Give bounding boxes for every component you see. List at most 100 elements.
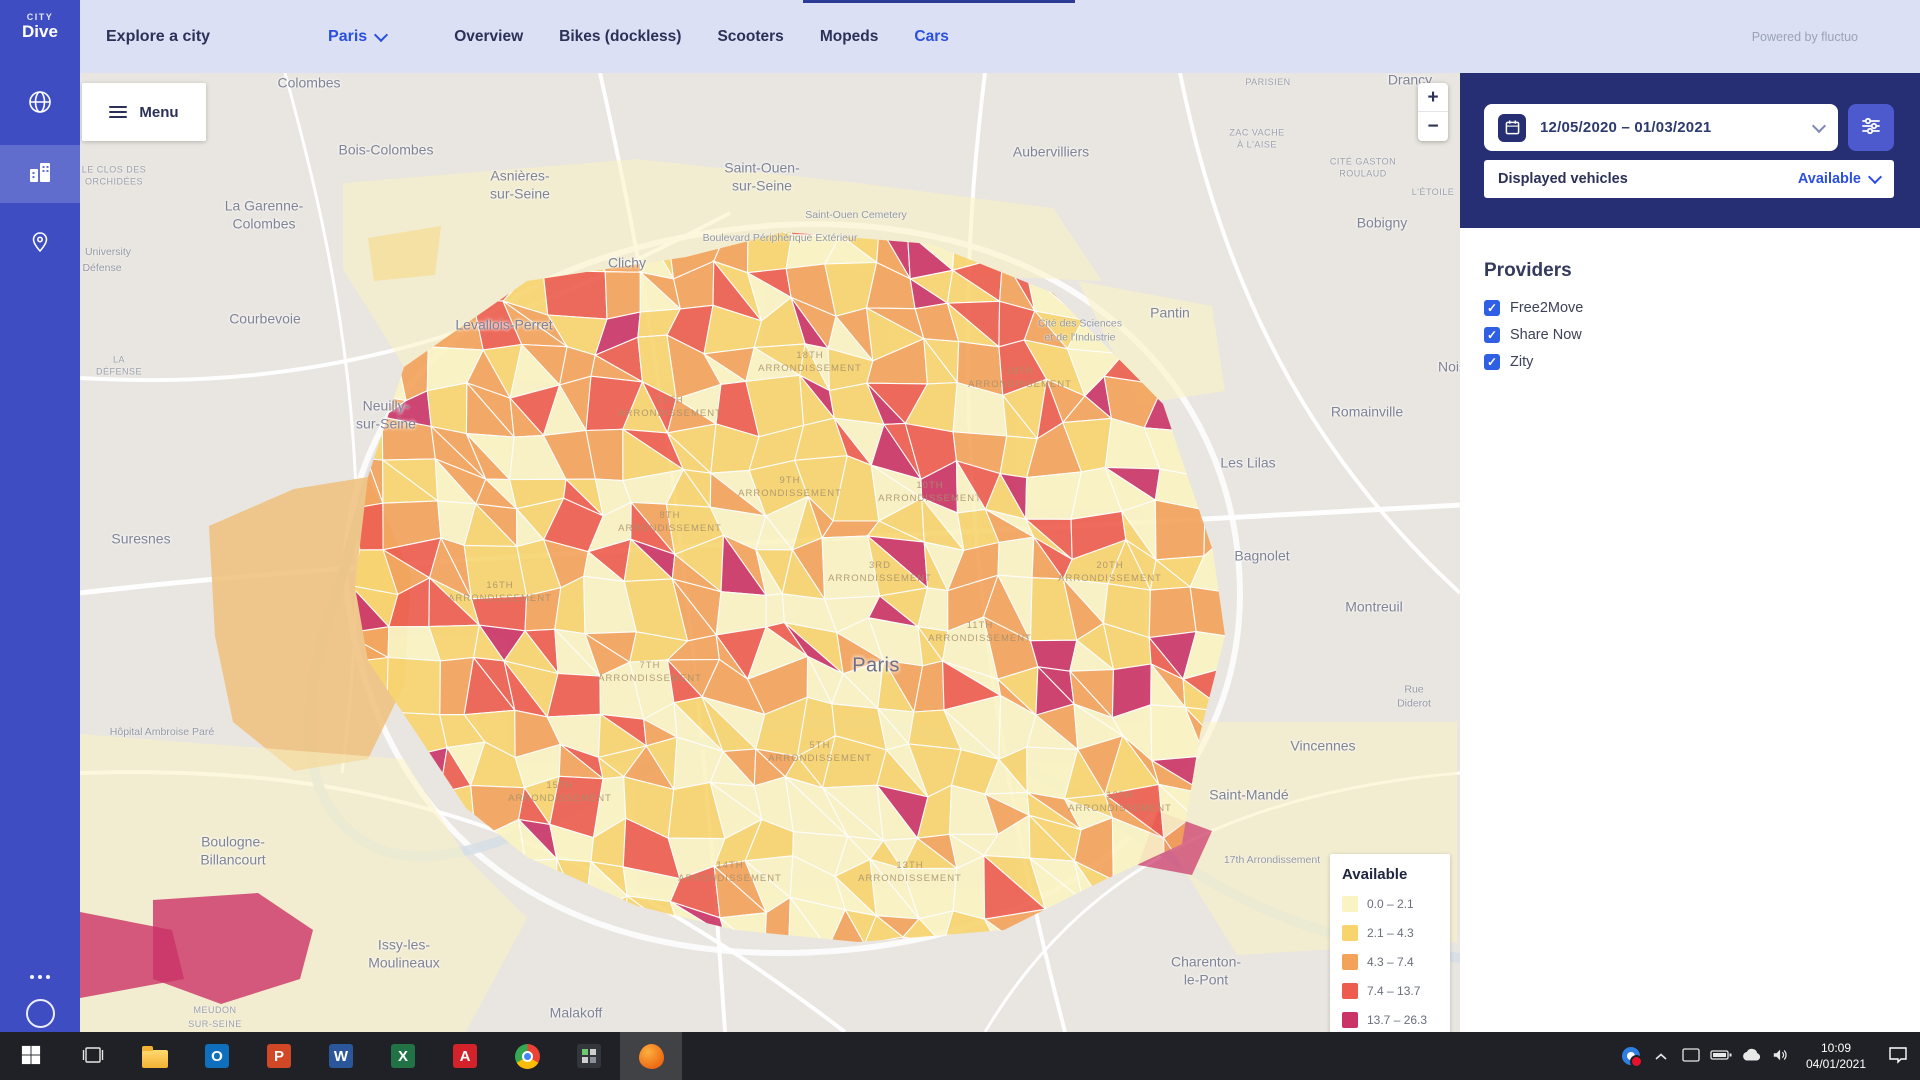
- zoom-out-button[interactable]: −: [1418, 112, 1448, 141]
- checkbox-checked-icon: [1484, 327, 1500, 343]
- buildings-icon: [27, 159, 53, 190]
- active-app-button[interactable]: [620, 1032, 682, 1080]
- show-hidden-icons-button[interactable]: [1646, 1032, 1676, 1080]
- tab-cars[interactable]: Cars: [914, 28, 948, 46]
- map-label: Hôpital Ambroise Paré: [110, 726, 214, 740]
- tab-overview[interactable]: Overview: [454, 28, 523, 46]
- map-label: Boulogne- Billancourt: [200, 834, 265, 869]
- powerpoint-button[interactable]: P: [248, 1032, 310, 1080]
- map-label: Issy-les- Moulineaux: [368, 937, 440, 972]
- map[interactable]: ColombesBois-ColombesAsnières- sur-Seine…: [80, 73, 1460, 1032]
- explore-city-label: Explore a city: [106, 28, 210, 46]
- battery-tray-button[interactable]: [1706, 1032, 1736, 1080]
- map-label: 10TH ARRONDISSEMENT: [878, 480, 982, 506]
- tab-scooters[interactable]: Scooters: [717, 28, 783, 46]
- provider-label: Zity: [1510, 354, 1533, 370]
- acrobat-icon: A: [453, 1044, 477, 1068]
- legend-row: 2.1 – 4.3: [1342, 925, 1438, 941]
- legend-row: 0.0 – 2.1: [1342, 896, 1438, 912]
- filter-button[interactable]: [1848, 104, 1894, 151]
- checkbox-checked-icon: [1484, 300, 1500, 316]
- date-range-picker[interactable]: 12/05/2020 – 01/03/2021: [1484, 104, 1838, 151]
- map-label: Saint-Ouen- sur-Seine: [724, 160, 799, 195]
- display-icon: [1681, 1047, 1701, 1066]
- zoom-in-button[interactable]: +: [1418, 83, 1448, 112]
- displayed-vehicles-selector[interactable]: Displayed vehicles Available: [1484, 160, 1894, 198]
- user-avatar[interactable]: [26, 999, 55, 1028]
- legend-title: Available: [1342, 866, 1438, 883]
- map-label: Asnières- sur-Seine: [490, 168, 550, 203]
- security-tray-button[interactable]: [1616, 1032, 1646, 1080]
- tab-bikes[interactable]: Bikes (dockless): [559, 28, 681, 46]
- powerpoint-icon: P: [267, 1044, 291, 1068]
- map-label: PARISIEN: [1245, 77, 1290, 89]
- map-label: Malakoff: [550, 1004, 603, 1022]
- provider-label: Share Now: [1510, 327, 1582, 343]
- more-options-button[interactable]: [26, 971, 54, 983]
- utility-app-button[interactable]: [558, 1032, 620, 1080]
- map-label: 13TH ARRONDISSEMENT: [858, 860, 962, 886]
- task-view-button[interactable]: [62, 1032, 124, 1080]
- word-button[interactable]: W: [310, 1032, 372, 1080]
- map-label: Clichy: [608, 254, 646, 272]
- map-label: 17th Arrondissement: [1224, 854, 1320, 868]
- map-label: 5TH ARRONDISSEMENT: [768, 740, 872, 766]
- map-label: ZAC VACHE À L'AISE: [1229, 127, 1284, 150]
- acrobat-button[interactable]: A: [434, 1032, 496, 1080]
- displayed-vehicles-label: Displayed vehicles: [1498, 171, 1628, 187]
- map-label: 14TH ARRONDISSEMENT: [678, 860, 782, 886]
- folder-icon: [142, 1050, 168, 1068]
- volume-tray-button[interactable]: [1766, 1032, 1796, 1080]
- speaker-icon: [1772, 1047, 1790, 1066]
- map-label: SUR-SEINE: [188, 1019, 242, 1031]
- map-label: Montreuil: [1345, 598, 1403, 616]
- chevron-down-icon: [1868, 170, 1882, 184]
- legend-swatch: [1342, 1012, 1358, 1028]
- displayed-vehicles-value: Available: [1798, 171, 1861, 187]
- map-label: LE CLOS DES ORCHIDÉES: [82, 164, 147, 187]
- filters-panel: 12/05/2020 – 01/03/2021 Displayed vehicl…: [1460, 73, 1920, 228]
- logo-dive-text: Dive: [22, 22, 58, 42]
- clock-time: 10:09: [1821, 1040, 1851, 1056]
- logo-city-text: CITY: [22, 12, 58, 22]
- utility-app-icon: [577, 1044, 601, 1068]
- start-button[interactable]: [0, 1032, 62, 1080]
- cloud-icon: [1740, 1048, 1762, 1065]
- display-tray-button[interactable]: [1676, 1032, 1706, 1080]
- map-label: 19TH ARRONDISSEMENT: [968, 366, 1072, 392]
- map-label: Cité des Sciences et de l'Industrie: [1038, 317, 1122, 344]
- provider-checkbox-free2move[interactable]: Free2Move: [1484, 300, 1896, 316]
- map-label: 7TH ARRONDISSEMENT: [598, 660, 702, 686]
- provider-checkbox-sharenow[interactable]: Share Now: [1484, 327, 1896, 343]
- map-menu-button[interactable]: Menu: [82, 83, 206, 141]
- tab-mopeds[interactable]: Mopeds: [820, 28, 879, 46]
- provider-checkbox-zity[interactable]: Zity: [1484, 354, 1896, 370]
- legend-label: 2.1 – 4.3: [1367, 926, 1414, 940]
- battery-icon: [1710, 1049, 1732, 1064]
- map-legend: Available 0.0 – 2.1 2.1 – 4.3 4.3 – 7.4 …: [1330, 854, 1450, 1032]
- city-selector[interactable]: Paris: [328, 28, 386, 46]
- excel-button[interactable]: X: [372, 1032, 434, 1080]
- sidebar-item-city[interactable]: [0, 145, 80, 203]
- map-label: 8TH ARRONDISSEMENT: [618, 510, 722, 536]
- map-label: 20TH ARRONDISSEMENT: [1058, 560, 1162, 586]
- map-label: 12TH ARRONDISSEMENT: [1068, 790, 1172, 816]
- chrome-button[interactable]: [496, 1032, 558, 1080]
- providers-section: Providers Free2Move Share Now Zity: [1460, 228, 1920, 370]
- map-label: Charenton- le-Pont: [1171, 954, 1241, 989]
- sidebar-item-location[interactable]: [0, 215, 80, 273]
- action-center-icon: [1888, 1046, 1908, 1067]
- taskbar-spacer: [682, 1032, 1616, 1080]
- file-explorer-button[interactable]: [124, 1032, 186, 1080]
- map-label: Vincennes: [1290, 737, 1355, 755]
- sidebar-nav: [0, 75, 80, 273]
- legend-swatch: [1342, 983, 1358, 999]
- onedrive-tray-button[interactable]: [1736, 1032, 1766, 1080]
- map-label: 9TH ARRONDISSEMENT: [738, 475, 842, 501]
- action-center-button[interactable]: [1876, 1032, 1920, 1080]
- outlook-button[interactable]: O: [186, 1032, 248, 1080]
- sidebar-item-globe[interactable]: [0, 75, 80, 133]
- citydive-logo[interactable]: CITY Dive: [22, 12, 58, 42]
- taskbar-clock[interactable]: 10:09 04/01/2021: [1796, 1032, 1876, 1080]
- outlook-icon: O: [205, 1044, 229, 1068]
